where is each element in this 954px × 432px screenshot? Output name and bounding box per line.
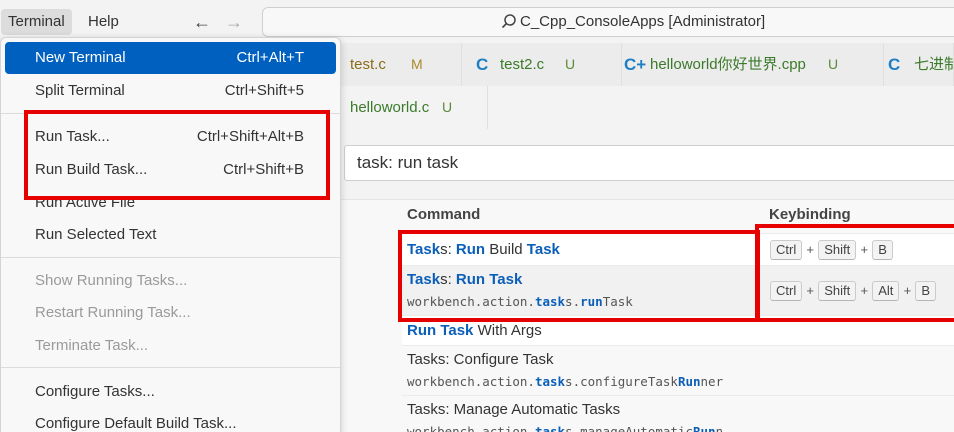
search-icon [501,8,517,46]
tab-label: 七进制 [914,56,953,73]
tab-status-badge: U [565,56,576,72]
forward-arrow-icon[interactable]: → [225,9,243,35]
command-center-title: C_Cpp_ConsoleApps [Administrator] [520,13,766,30]
menu-separator [1,257,342,258]
menu-item-split-terminal[interactable]: Split Terminal Ctrl+Shift+5 [5,75,336,107]
annotation-box-commands [398,230,760,322]
command-id: workbench.action.tasks.manageAutomaticRu… [407,424,724,432]
c-file-icon: C [888,55,901,74]
menubar-terminal[interactable]: Terminal [1,9,72,35]
tab-label: test2.c [500,56,545,73]
table-row[interactable]: Tasks: Configure Task workbench.action.t… [402,345,954,395]
column-header-command: Command [407,206,481,223]
tab-test-c[interactable]: test.c M [340,43,462,86]
cpp-file-icon: C+ [624,55,647,74]
menu-separator [1,367,342,368]
tab-status-badge: U [828,56,839,72]
tab-qijinzhi[interactable]: C 七进制 [884,43,954,86]
c-file-icon: C [476,55,489,74]
table-row[interactable]: Tasks: Manage Automatic Tasks workbench.… [402,395,954,432]
command-label: Tasks: Manage Automatic Tasks [407,401,621,418]
command-id: workbench.action.tasks.configureTaskRunn… [407,374,724,389]
tab-test2-c[interactable]: C test2.c U [462,43,622,86]
menu-item-restart-running-task[interactable]: Restart Running Task... [5,297,336,329]
menu-item-terminate-task[interactable]: Terminate Task... [5,330,336,362]
menu-item-new-terminal[interactable]: New Terminal Ctrl+Alt+T [5,42,336,74]
menubar-help[interactable]: Help [81,9,126,35]
editor-tabs: test.c M C test2.c U C+ helloworld你好世界.c… [340,43,954,129]
quick-pick-input[interactable]: task: run task [344,145,954,181]
tab-status-badge: M [411,56,423,72]
command-label: Tasks: Configure Task [407,351,554,368]
menu-item-show-running-tasks[interactable]: Show Running Tasks... [5,265,336,297]
menu-item-configure-tasks[interactable]: Configure Tasks... [5,376,336,408]
tab-label: helloworld你好世界.cpp [650,56,806,73]
annotation-box-keybindings [755,224,954,322]
column-header-keybinding: Keybinding [769,206,851,223]
annotation-box-menu [24,110,330,200]
menu-item-run-selected-text[interactable]: Run Selected Text [5,219,336,251]
command-center[interactable]: C_Cpp_ConsoleApps [Administrator] [262,7,954,37]
tab-helloworld-cpp[interactable]: C+ helloworld你好世界.cpp U [622,43,884,86]
tab-label: test.c [350,56,386,73]
tab-label: helloworld.c [350,99,430,116]
menu-item-configure-default-build-task[interactable]: Configure Default Build Task... [5,408,336,432]
command-label: Run Task With Args [407,322,542,339]
tab-status-badge: U [442,99,453,115]
terminal-menu: New Terminal Ctrl+Alt+T Split Terminal Ctr… [0,37,342,432]
back-arrow-icon[interactable]: ← [193,9,211,35]
vscode-window: Terminal Help ← → C_Cpp_ConsoleApps [Adm… [0,0,954,432]
tab-helloworld-c[interactable]: helloworld.c U [340,86,488,129]
